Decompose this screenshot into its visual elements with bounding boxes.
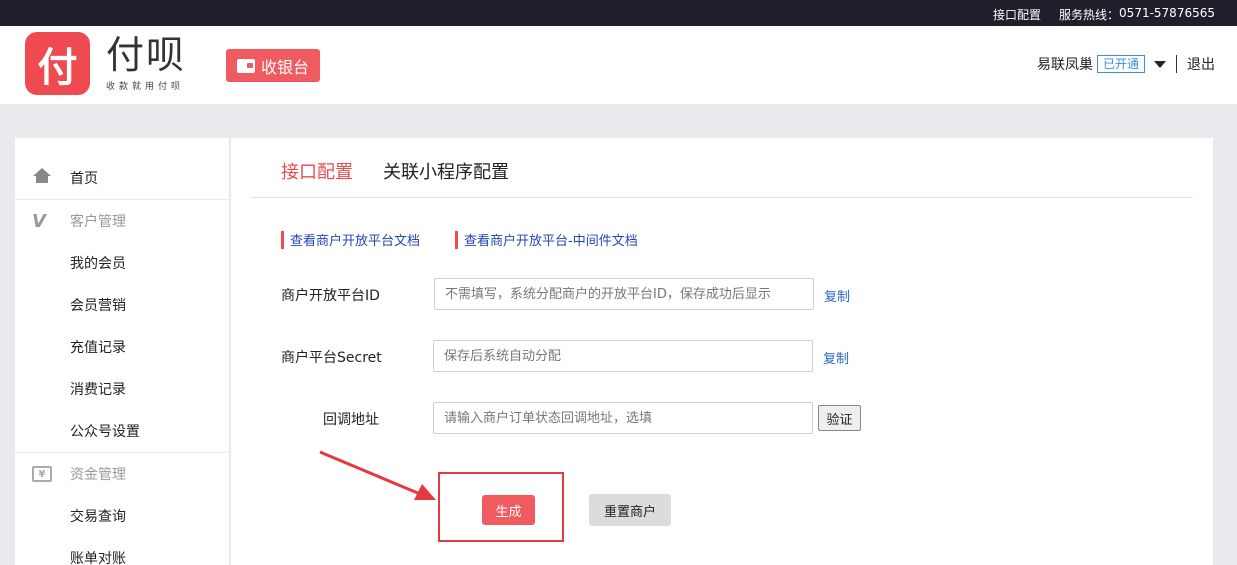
sidebar-item-home[interactable]: 首页 <box>15 157 230 199</box>
cashier-button[interactable]: 收银台 <box>226 49 320 82</box>
sidebar-item-trade-query[interactable]: 交易查询 <box>15 495 230 537</box>
status-badge: 已开通 <box>1096 55 1145 73</box>
sidebar-item-label: 会员营销 <box>70 298 126 314</box>
sidebar-item-label: 交易查询 <box>70 509 126 525</box>
sidebar: 首页 V 客户管理 我的会员 会员营销 充值记录 消费记录 公众号设置 ¥ 资金… <box>15 138 230 565</box>
divider <box>1176 55 1177 73</box>
doc-link-label: 查看商户开放平台文档 <box>290 234 421 249</box>
sidebar-item-bill-reconcile[interactable]: 账单对账 <box>15 537 230 565</box>
top-bar: 接口配置 服务热线： 0571-57876565 <box>0 0 1237 26</box>
yen-icon: ¥ <box>32 466 52 482</box>
brand-slogan: 收款就用付呗 <box>106 82 185 92</box>
callback-input[interactable] <box>433 402 813 434</box>
brand: 付呗 收款就用付呗 <box>106 33 186 92</box>
cashier-label: 收银台 <box>260 57 309 77</box>
platform-id-input[interactable] <box>434 278 814 310</box>
home-icon <box>33 168 51 183</box>
doc-link-open-platform[interactable]: 查看商户开放平台文档 <box>281 230 420 249</box>
sidebar-item-label: 消费记录 <box>70 382 126 398</box>
tab-divider <box>251 197 1193 198</box>
sidebar-item-label: 公众号设置 <box>70 424 140 440</box>
annotation-arrow-icon <box>319 450 436 500</box>
logo-icon[interactable]: 付 <box>25 32 90 95</box>
sidebar-group-label: 客户管理 <box>70 213 126 230</box>
verify-button[interactable]: 验证 <box>818 405 861 431</box>
sidebar-item-label: 首页 <box>70 171 98 187</box>
logo-glyph: 付 <box>37 44 78 91</box>
top-links: 接口配置 服务热线： 0571-57876565 <box>993 6 1215 23</box>
doc-link-middleware[interactable]: 查看商户开放平台-中间件文档 <box>455 230 638 249</box>
doc-link-marker <box>281 230 284 249</box>
platform-id-label: 商户开放平台ID <box>281 288 380 304</box>
copy-platform-id-link[interactable]: 复制 <box>824 286 850 305</box>
caret-down-icon[interactable] <box>1154 60 1166 68</box>
secret-input[interactable] <box>433 340 813 372</box>
sidebar-group-customer[interactable]: V 客户管理 <box>15 199 230 241</box>
copy-secret-link[interactable]: 复制 <box>823 348 849 367</box>
sidebar-item-my-members[interactable]: 我的会员 <box>15 242 230 284</box>
sidebar-item-label: 充值记录 <box>70 340 126 356</box>
secret-label: 商户平台Secret <box>281 350 382 366</box>
doc-link-label: 查看商户开放平台-中间件文档 <box>464 234 638 249</box>
wallet-icon <box>236 58 255 73</box>
vimeo-icon: V <box>32 211 46 232</box>
hotline: 服务热线： 0571-57876565 <box>1059 6 1215 23</box>
annotation-highlight-box <box>438 472 564 542</box>
brand-name: 付呗 <box>106 33 187 77</box>
header: 付 付呗 收款就用付呗 收银台 易联凤巢 已开通 退出 <box>0 26 1237 104</box>
hotline-number: 0571-57876565 <box>1119 6 1215 20</box>
user-name: 易联凤巢 <box>1036 57 1093 73</box>
tab-interface-config[interactable]: 接口配置 <box>281 158 353 184</box>
tab-bar: 接口配置 关联小程序配置 <box>281 158 509 184</box>
sidebar-item-official-account[interactable]: 公众号设置 <box>15 410 230 452</box>
sidebar-item-member-marketing[interactable]: 会员营销 <box>15 284 230 326</box>
sidebar-item-label: 我的会员 <box>70 256 126 272</box>
sidebar-group-label: 资金管理 <box>70 466 126 483</box>
sidebar-item-label: 账单对账 <box>70 551 126 565</box>
user-area: 易联凤巢 已开通 退出 <box>1037 54 1215 74</box>
tab-mini-program-config[interactable]: 关联小程序配置 <box>383 158 509 184</box>
logout-link[interactable]: 退出 <box>1187 54 1215 74</box>
hotline-label: 服务热线： <box>1059 8 1120 22</box>
reset-merchant-button[interactable]: 重置商户 <box>589 494 671 526</box>
doc-link-marker <box>455 230 458 249</box>
callback-label: 回调地址 <box>323 412 379 428</box>
top-link-config[interactable]: 接口配置 <box>993 6 1041 23</box>
sidebar-group-funds[interactable]: ¥ 资金管理 <box>15 452 230 494</box>
sidebar-item-consume-records[interactable]: 消费记录 <box>15 368 230 410</box>
sidebar-item-recharge-records[interactable]: 充值记录 <box>15 326 230 368</box>
